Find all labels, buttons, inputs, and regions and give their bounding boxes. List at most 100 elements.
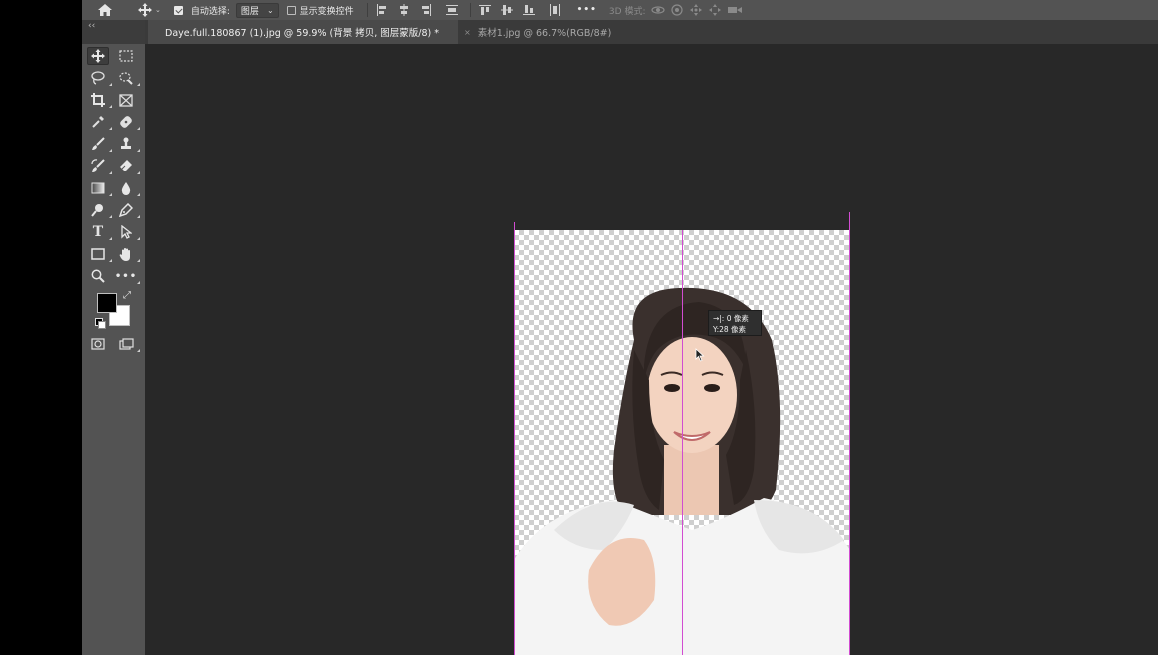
guide-line-left[interactable]	[514, 222, 515, 655]
frame-tool[interactable]	[115, 91, 137, 109]
document-tab-bar: Daye.full.180867 (1).jpg @ 59.9% (背景 拷贝,…	[145, 20, 1158, 44]
tool-group-indicator	[137, 171, 140, 174]
tool-group-indicator	[109, 259, 112, 262]
blur-tool[interactable]	[115, 179, 140, 197]
more-tools[interactable]: •••	[114, 267, 140, 285]
auto-select-value: 图层	[240, 6, 259, 17]
foreground-color-swatch[interactable]	[97, 293, 117, 313]
screen-mode-button[interactable]	[115, 335, 140, 353]
zoom-tool[interactable]	[87, 267, 109, 285]
hand-tool[interactable]	[115, 245, 140, 263]
rectangle-icon	[91, 248, 105, 260]
3d-camera-icon	[728, 0, 743, 20]
measurement-tooltip: →|: 0 像素 Y:28 像素	[708, 310, 762, 336]
tool-group-indicator	[109, 237, 112, 240]
swap-colors-icon[interactable]: ⤢	[123, 290, 131, 301]
tool-preset-chevron-down-icon[interactable]: ⌄	[155, 0, 161, 20]
stamp-icon	[121, 137, 131, 149]
brush-icon	[92, 137, 105, 150]
dodge-tool[interactable]	[87, 201, 112, 219]
distribute-horizontal-icon[interactable]	[549, 0, 561, 20]
lasso-icon	[91, 71, 105, 85]
move-tool-preset-icon[interactable]	[138, 0, 152, 20]
3d-slide-icon	[709, 0, 722, 20]
pen-tool[interactable]	[115, 201, 140, 219]
auto-select-dropdown[interactable]: 图层 ⌄	[235, 0, 279, 20]
tab-document-daye[interactable]: Daye.full.180867 (1).jpg @ 59.9% (背景 拷贝,…	[148, 20, 458, 44]
separator	[366, 3, 368, 17]
tool-group-indicator	[109, 83, 112, 86]
tool-group-indicator	[109, 215, 112, 218]
quick-select-icon	[119, 72, 133, 85]
type-tool[interactable]: T	[87, 223, 112, 241]
healing-brush-tool[interactable]	[115, 113, 140, 131]
show-transform-label: 显示变换控件	[299, 6, 354, 17]
eyedropper-icon	[92, 116, 104, 128]
auto-select-label: 自动选择:	[190, 6, 230, 17]
tab-document-sucai[interactable]: × 素材1.jpg @ 66.7%(RGB/8#)	[458, 20, 658, 44]
3d-roll-icon	[671, 0, 684, 20]
quick-select-tool[interactable]	[115, 69, 140, 87]
move-tool[interactable]	[87, 47, 109, 65]
close-icon[interactable]: ×	[464, 28, 471, 37]
tool-group-indicator	[137, 349, 140, 352]
tab-label: Daye.full.180867 (1).jpg @ 59.9% (背景 拷贝,…	[165, 28, 439, 39]
chevron-down-icon: ⌄	[266, 5, 274, 15]
show-transform-checkbox[interactable]	[286, 0, 300, 20]
align-hcenter-icon[interactable]	[398, 0, 410, 20]
photoshop-window: ⌄ 自动选择: 图层 ⌄ 显示变换控件 ••• 3D 模式: ‹‹ Daye.f…	[0, 0, 1158, 655]
options-bar: ⌄ 自动选择: 图层 ⌄ 显示变换控件 ••• 3D 模式:	[82, 0, 1158, 20]
pen-icon	[119, 203, 133, 217]
shape-tool[interactable]	[87, 245, 112, 263]
ellipsis-icon: •••	[114, 270, 138, 282]
align-bottom-icon[interactable]	[522, 0, 535, 20]
align-top-icon[interactable]	[478, 0, 491, 20]
quick-mask-button[interactable]	[87, 335, 109, 353]
marquee-tool[interactable]	[115, 47, 137, 65]
path-select-tool[interactable]	[115, 223, 140, 241]
move-icon	[91, 49, 105, 63]
align-vcenter-icon[interactable]	[500, 0, 513, 20]
tool-group-indicator	[137, 149, 140, 152]
drop-icon	[121, 182, 131, 195]
tool-group-indicator	[137, 259, 140, 262]
auto-select-check-icon	[173, 5, 183, 15]
more-options-button[interactable]: •••	[577, 0, 597, 20]
crop-tool[interactable]	[87, 91, 112, 109]
gradient-tool[interactable]	[87, 179, 112, 197]
eraser-tool[interactable]	[115, 157, 140, 175]
tool-group-indicator	[137, 83, 140, 86]
tool-group-indicator	[137, 215, 140, 218]
eyedropper-tool[interactable]	[87, 113, 112, 131]
history-brush-tool[interactable]	[87, 157, 112, 175]
tool-group-indicator	[137, 193, 140, 196]
tool-group-indicator	[109, 105, 112, 108]
align-right-icon[interactable]	[420, 0, 432, 20]
tools-panel-header: ‹‹	[82, 20, 145, 44]
collapse-panel-icon[interactable]: ‹‹	[88, 21, 95, 31]
screen-mode-icon	[118, 338, 134, 350]
3d-orbit-icon	[651, 0, 666, 20]
separator	[469, 3, 471, 17]
tool-group-indicator	[109, 127, 112, 130]
lasso-tool[interactable]	[87, 69, 112, 87]
default-colors-icon[interactable]	[95, 318, 106, 329]
guide-line-right[interactable]	[849, 212, 850, 655]
3d-pan-icon	[690, 0, 703, 20]
home-icon[interactable]	[97, 0, 113, 20]
bandage-icon	[120, 116, 132, 128]
align-left-icon[interactable]	[376, 0, 388, 20]
auto-select-checkbox[interactable]	[173, 0, 187, 20]
marquee-icon	[119, 50, 133, 62]
gradient-icon	[91, 182, 105, 194]
distribute-vertical-icon[interactable]	[445, 0, 458, 20]
tool-group-indicator	[109, 149, 112, 152]
tool-group-indicator	[137, 281, 140, 284]
magnifier-icon	[91, 269, 105, 283]
tooltip-x-value: →|: 0 像素	[713, 314, 749, 323]
tab-label: 素材1.jpg @ 66.7%(RGB/8#)	[477, 28, 612, 39]
crop-icon	[91, 93, 105, 107]
clone-stamp-tool[interactable]	[115, 135, 140, 153]
guide-line-center[interactable]	[682, 230, 683, 655]
brush-tool[interactable]	[87, 135, 112, 153]
